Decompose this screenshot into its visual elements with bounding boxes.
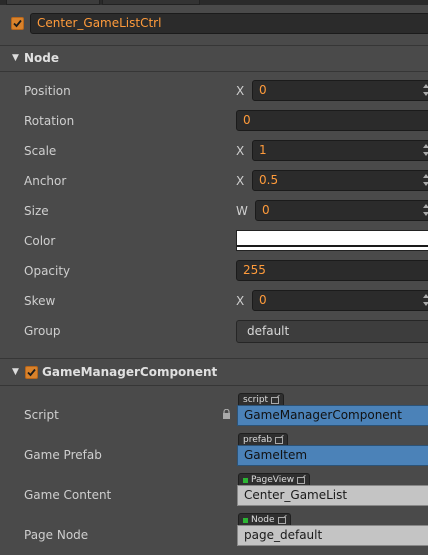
page-node-field[interactable]: page_default <box>237 525 428 546</box>
divider <box>0 45 428 46</box>
size-w-input[interactable]: 0 <box>255 200 428 221</box>
anchor-x-axis-label: X <box>236 174 245 188</box>
node-section-header[interactable]: ▼ Node <box>0 48 428 70</box>
rotation-label: Rotation <box>24 114 75 128</box>
open-external-icon[interactable] <box>271 396 280 404</box>
tab-secondary[interactable] <box>102 0 200 5</box>
opacity-input[interactable]: 255 <box>236 260 428 281</box>
page-node-label: Page Node <box>24 528 89 542</box>
opacity-label: Opacity <box>24 264 71 278</box>
check-icon <box>13 19 22 28</box>
color-alpha-bar <box>237 245 428 247</box>
script-asset-field[interactable]: GameManagerComponent <box>237 405 428 426</box>
component-section-header[interactable]: ▼ GameManagerComponent <box>0 362 428 384</box>
skew-label: Skew <box>24 294 56 308</box>
rotation-input[interactable]: 0 <box>236 110 428 131</box>
group-label: Group <box>24 324 61 338</box>
anchor-x-stepper[interactable] <box>421 171 428 190</box>
color-picker[interactable] <box>236 230 428 251</box>
skew-x-input[interactable]: 0 <box>252 290 428 311</box>
open-external-icon[interactable] <box>277 516 286 524</box>
scale-label: Scale <box>24 144 57 158</box>
position-x-input[interactable]: 0 <box>252 80 428 101</box>
divider <box>0 385 428 386</box>
skew-x-axis-label: X <box>236 294 245 308</box>
game-prefab-field[interactable]: GameItem <box>237 445 428 466</box>
color-label: Color <box>24 234 56 248</box>
open-external-icon[interactable] <box>297 476 306 484</box>
game-prefab-label: Game Prefab <box>24 448 102 462</box>
position-x-stepper[interactable] <box>421 81 428 100</box>
position-label: Position <box>24 84 71 98</box>
anchor-label: Anchor <box>24 174 67 188</box>
check-icon <box>27 368 36 377</box>
size-w-axis-label: W <box>236 204 248 218</box>
component-enabled-checkbox[interactable] <box>25 366 38 379</box>
node-section-title: Node <box>24 51 60 65</box>
size-label: Size <box>24 204 49 218</box>
tab-properties[interactable] <box>6 0 100 5</box>
game-content-label: Game Content <box>24 488 112 502</box>
node-name-input[interactable]: Center_GameListCtrl <box>30 13 428 34</box>
script-label: Script <box>24 408 59 422</box>
open-external-icon[interactable] <box>275 436 284 444</box>
node-type-icon <box>243 477 248 483</box>
size-w-stepper[interactable] <box>421 201 428 220</box>
lock-icon <box>223 409 230 419</box>
skew-x-stepper[interactable] <box>421 291 428 310</box>
component-section-title: GameManagerComponent <box>42 365 218 379</box>
scale-x-axis-label: X <box>236 144 245 158</box>
divider <box>0 358 428 359</box>
anchor-x-input[interactable]: 0.5 <box>252 170 428 191</box>
group-select[interactable]: default <box>236 320 428 343</box>
divider <box>0 71 428 72</box>
game-content-field[interactable]: Center_GameList <box>237 485 428 506</box>
scale-x-stepper[interactable] <box>421 141 428 160</box>
node-type-icon <box>243 517 248 523</box>
scale-x-input[interactable]: 1 <box>252 140 428 161</box>
node-active-checkbox[interactable] <box>11 17 24 30</box>
position-x-axis-label: X <box>236 84 245 98</box>
collapse-arrow-icon[interactable]: ▼ <box>12 53 19 63</box>
collapse-arrow-icon[interactable]: ▼ <box>12 367 19 377</box>
